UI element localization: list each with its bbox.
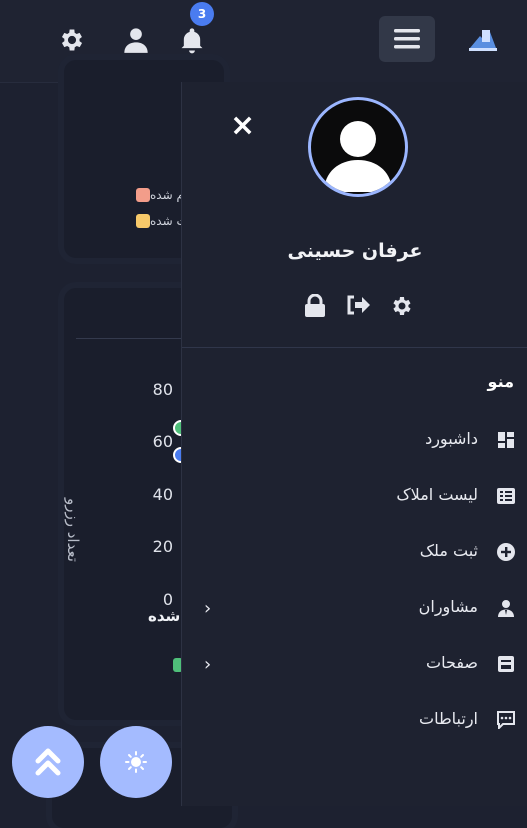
user-name: عرفان حسینی: [287, 240, 423, 262]
y-tick: 40: [152, 485, 173, 504]
x-axis-label: شده: [148, 607, 181, 625]
menu-item-dashboard[interactable]: داشبورد: [182, 420, 527, 460]
side-drawer: × عرفان حسینی منو داشبورد لیست املاک ثبت…: [181, 82, 527, 806]
menu-item-label: ارتباطات: [419, 709, 478, 728]
theme-toggle-button[interactable]: [100, 726, 172, 798]
profile-button[interactable]: [120, 24, 152, 56]
user-actions: [304, 293, 414, 322]
chevron-left-icon: ‹: [204, 654, 212, 675]
double-chevron-up-icon: [35, 748, 61, 776]
menu-item-pages[interactable]: صفحات ‹: [182, 644, 527, 684]
menu-title: منو: [487, 372, 514, 391]
user-avatar-icon: [324, 121, 392, 192]
lock-icon: [305, 293, 325, 317]
menu-item-agents[interactable]: مشاوران ‹: [182, 588, 527, 628]
sun-icon: [125, 751, 147, 773]
y-tick: 80: [152, 380, 173, 399]
lock-button[interactable]: [304, 293, 326, 322]
hamburger-icon: [394, 29, 420, 49]
menu-toggle-button[interactable]: [379, 16, 435, 62]
logout-button[interactable]: [346, 294, 370, 322]
menu-item-label: مشاوران: [418, 597, 478, 616]
notifications-button[interactable]: [176, 24, 208, 56]
brand-logo[interactable]: [466, 22, 500, 56]
menu-item-label: لیست املاک: [396, 485, 478, 504]
y-tick: 20: [152, 537, 173, 556]
logo-icon: [469, 30, 497, 51]
close-icon: ×: [230, 108, 256, 143]
menu-item-add-property[interactable]: ثبت ملک: [182, 532, 527, 572]
legend-item: ت شده: [130, 214, 188, 228]
legend-item: م شده: [130, 188, 184, 202]
menu-item-communications[interactable]: ارتباطات: [182, 700, 527, 740]
plus-circle-icon: [496, 542, 516, 562]
y-tick: 60: [152, 432, 173, 451]
notification-badge: 3: [190, 2, 214, 26]
chevron-left-icon: ‹: [204, 598, 212, 619]
logout-icon: [347, 295, 370, 315]
menu-item-label: صفحات: [426, 653, 478, 672]
chat-icon: [496, 710, 516, 730]
gear-icon: [61, 29, 83, 51]
menu-item-property-list[interactable]: لیست املاک: [182, 476, 527, 516]
settings-button[interactable]: [56, 24, 88, 56]
scroll-top-button[interactable]: [12, 726, 84, 798]
dashboard-icon: [496, 430, 516, 450]
settings-button[interactable]: [390, 294, 414, 322]
legend-swatch: [136, 188, 150, 202]
bell-icon: [181, 28, 203, 54]
user-icon: [124, 28, 148, 53]
menu-item-label: داشبورد: [425, 429, 478, 448]
legend-label: م شده: [150, 188, 184, 202]
y-axis-label: تعداد رزرو: [64, 498, 82, 562]
pages-icon: [496, 654, 516, 674]
list-icon: [496, 486, 516, 506]
avatar[interactable]: [308, 97, 408, 197]
gear-icon: [393, 297, 411, 315]
drawer-divider: [182, 347, 527, 348]
menu-item-label: ثبت ملک: [419, 541, 478, 560]
close-drawer-button[interactable]: ×: [230, 108, 255, 143]
agent-icon: [496, 598, 516, 618]
legend-swatch: [136, 214, 150, 228]
